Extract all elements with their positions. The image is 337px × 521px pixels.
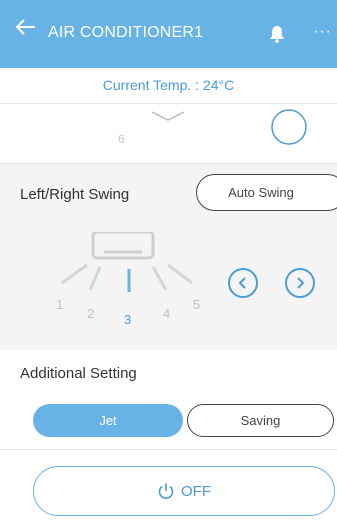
page-title: AIR CONDITIONER1: [48, 24, 204, 41]
swing-position-1: 1: [56, 297, 64, 312]
auto-swing-button[interactable]: Auto Swing: [196, 174, 337, 211]
power-off-label: OFF: [181, 482, 211, 500]
swing-section: Left/Right Swing Auto Swing 1 2 3 4 5: [0, 164, 337, 350]
saving-button[interactable]: Saving: [187, 404, 334, 437]
current-temp-text: Current Temp. : 24°C: [102, 77, 235, 93]
upper-card: 6: [0, 104, 337, 164]
additional-setting-section: Additional Setting Jet Saving: [0, 350, 337, 450]
swing-position-5: 5: [193, 297, 201, 312]
bell-icon[interactable]: [269, 25, 285, 43]
power-off-button[interactable]: OFF: [33, 466, 335, 516]
chevron-left-icon: [238, 277, 246, 289]
arrow-button-partial[interactable]: [270, 108, 308, 146]
jet-button[interactable]: Jet: [33, 404, 183, 437]
swing-direction-diagram: [61, 232, 193, 292]
swing-position-4: 4: [163, 306, 171, 321]
swing-left-button[interactable]: [228, 268, 258, 298]
swing-right-button[interactable]: [285, 268, 315, 298]
power-icon: [158, 483, 174, 499]
chevron-down-icon[interactable]: [150, 110, 186, 124]
swing-label: Left/Right Swing: [20, 186, 130, 203]
current-temp-bar: Current Temp. : 24°C: [0, 68, 337, 104]
swing-position-3: 3: [124, 312, 132, 327]
app-header: AIR CONDITIONER1 ···: [0, 0, 337, 68]
swing-position-2: 2: [87, 306, 95, 321]
back-arrow-icon[interactable]: [12, 13, 40, 41]
additional-setting-label: Additional Setting: [20, 365, 137, 382]
position-label: 6: [118, 132, 125, 146]
more-icon[interactable]: ···: [313, 24, 332, 40]
chevron-right-icon: [297, 277, 305, 289]
